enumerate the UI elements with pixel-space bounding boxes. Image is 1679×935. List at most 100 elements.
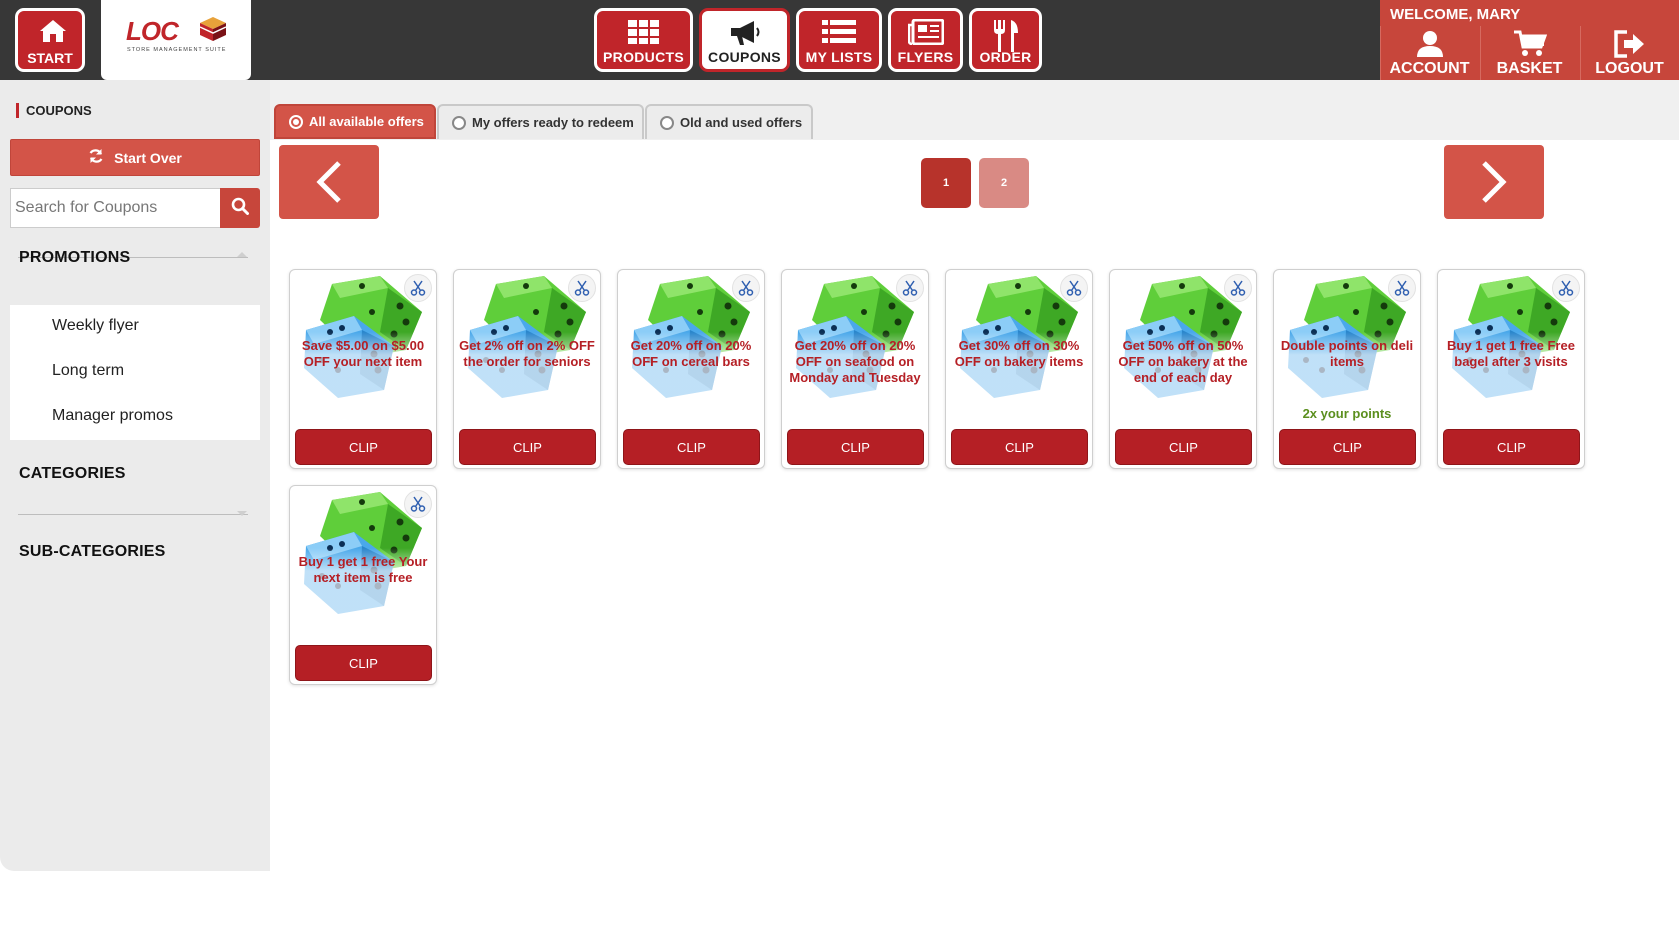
nav-my-lists-label: MY LISTS (805, 49, 873, 65)
tab-all-available-offers[interactable]: All available offers (274, 104, 436, 139)
logout-icon (1581, 30, 1678, 58)
coupon-card[interactable]: Get 30% off on 30% OFF on bakery items CL… (945, 269, 1093, 469)
coupon-subtitle: 2x your points (1302, 406, 1392, 421)
start-over-button[interactable]: Start Over (10, 139, 260, 176)
chevron-left-icon (316, 161, 341, 203)
list-icon (799, 19, 879, 45)
clip-button[interactable]: CLIP (623, 429, 760, 465)
scissors-icon[interactable] (568, 274, 596, 302)
promotions-items: Weekly flyer Long term Manager promos (10, 305, 260, 440)
scissors-icon[interactable] (404, 490, 432, 518)
clip-button[interactable]: CLIP (787, 429, 924, 465)
nav-products-label: PRODUCTS (603, 49, 684, 65)
nav-flyers-label: FLYERS (897, 49, 954, 65)
logo-cube-icon (199, 16, 227, 47)
subcategories-divider (18, 514, 248, 515)
logout-button[interactable]: LOGOUT (1580, 26, 1678, 80)
top-bar: START LOC STORE MANAGEMENT SUITE PRODUCT… (0, 0, 1679, 80)
cart-icon (1481, 30, 1578, 58)
tab-label: All available offers (309, 114, 424, 129)
grid-icon (597, 19, 690, 45)
search-input[interactable] (10, 188, 221, 228)
coupon-title: Save $5.00 on $5.00 OFF your next item (301, 338, 425, 369)
coupon-card[interactable]: Buy 1 get 1 free Free bagel after 3 visi… (1437, 269, 1585, 469)
search-button[interactable] (220, 188, 260, 228)
nav-order[interactable]: ORDER (969, 8, 1042, 72)
welcome-text: WELCOME, MARY (1390, 6, 1521, 23)
promotions-heading[interactable]: PROMOTIONS (19, 249, 130, 267)
coupon-card[interactable]: Get 50% off on 50% OFF on bakery at the … (1109, 269, 1257, 469)
page-button-1[interactable]: 1 (921, 158, 971, 208)
sidebar: COUPONS Start Over PROMOTIONS CATEGORIES… (0, 80, 270, 871)
utensils-icon (972, 19, 1039, 53)
expand-down-icon[interactable] (236, 510, 248, 517)
tab-label: My offers ready to redeem (472, 115, 634, 130)
coupon-title: Get 50% off on 50% OFF on bakery at the … (1118, 338, 1248, 385)
coupon-card[interactable]: Save $5.00 on $5.00 OFF your next item CL… (289, 269, 437, 469)
logo-text: LOC (126, 16, 179, 46)
promo-item-long-term[interactable]: Long term (52, 362, 124, 380)
coupon-card[interactable]: Get 20% off on 20% OFF on seafood on Mon… (781, 269, 929, 469)
nav-flyers[interactable]: FLYERS (888, 8, 963, 72)
tab-old-and-used-offers[interactable]: Old and used offers (645, 104, 813, 139)
clip-button[interactable]: CLIP (295, 645, 432, 681)
categories-heading[interactable]: CATEGORIES (19, 465, 126, 483)
user-icon (1381, 30, 1478, 58)
user-panel: WELCOME, MARY ACCOUNT BASKET LOGOUT (1380, 0, 1679, 80)
coupon-title: Buy 1 get 1 free Your next item is free (298, 554, 428, 585)
tab-label: Old and used offers (680, 115, 803, 130)
nav-coupons-label: COUPONS (708, 49, 781, 65)
promo-item-manager-promos[interactable]: Manager promos (52, 407, 173, 425)
scissors-icon[interactable] (732, 274, 760, 302)
megaphone-icon (702, 19, 787, 47)
basket-label: BASKET (1496, 60, 1563, 77)
clip-button[interactable]: CLIP (295, 429, 432, 465)
page-button-2[interactable]: 2 (979, 158, 1029, 208)
nav-products[interactable]: PRODUCTS (594, 8, 693, 72)
coupon-title: Get 20% off on 20% OFF on cereal bars (630, 338, 752, 369)
scissors-icon[interactable] (1388, 274, 1416, 302)
coupon-card[interactable]: Buy 1 get 1 free Your next item is free C… (289, 485, 437, 685)
subcategories-heading[interactable]: SUB-CATEGORIES (19, 543, 166, 561)
coupon-title: Get 20% off on 20% OFF on seafood on Mon… (789, 338, 921, 385)
logout-label: LOGOUT (1595, 60, 1664, 77)
nav-coupons[interactable]: COUPONS (699, 8, 790, 72)
nav-order-label: ORDER (979, 49, 1032, 65)
search-icon (231, 197, 249, 220)
logo[interactable]: LOC STORE MANAGEMENT SUITE (101, 0, 251, 80)
clip-button[interactable]: CLIP (1443, 429, 1580, 465)
promo-item-weekly-flyer[interactable]: Weekly flyer (52, 317, 139, 335)
radio-icon (660, 115, 674, 130)
coupon-title: Double points on deli items (1280, 338, 1414, 369)
radio-selected-icon (289, 114, 303, 129)
home-icon (39, 19, 67, 48)
clip-button[interactable]: CLIP (1279, 429, 1416, 465)
newspaper-icon (891, 19, 960, 45)
start-button[interactable]: START (15, 8, 85, 72)
tab-offers-ready-to-redeem[interactable]: My offers ready to redeem (437, 104, 644, 139)
coupon-card[interactable]: Double points on deli items 2x your point… (1273, 269, 1421, 469)
scissors-icon[interactable] (1060, 274, 1088, 302)
clip-button[interactable]: CLIP (459, 429, 596, 465)
account-label: ACCOUNT (1389, 60, 1470, 77)
scissors-icon[interactable] (1224, 274, 1252, 302)
clip-button[interactable]: CLIP (951, 429, 1088, 465)
coupon-title: Get 2% off on 2% OFF the order for senio… (459, 338, 595, 369)
collapse-up-icon[interactable] (236, 251, 248, 258)
chevron-right-icon (1482, 161, 1507, 203)
coupon-card[interactable]: Get 20% off on 20% OFF on cereal bars CLI… (617, 269, 765, 469)
next-page-button[interactable] (1444, 145, 1544, 219)
radio-icon (452, 115, 466, 130)
clip-button[interactable]: CLIP (1115, 429, 1252, 465)
basket-button[interactable]: BASKET (1480, 26, 1578, 80)
coupon-title: Buy 1 get 1 free Free bagel after 3 visi… (1447, 338, 1575, 369)
prev-page-button[interactable] (279, 145, 379, 219)
nav-my-lists[interactable]: MY LISTS (796, 8, 882, 72)
scissors-icon[interactable] (1552, 274, 1580, 302)
start-label: START (27, 50, 73, 66)
coupon-card[interactable]: Get 2% off on 2% OFF the order for senio… (453, 269, 601, 469)
account-button[interactable]: ACCOUNT (1380, 26, 1478, 80)
refresh-icon (88, 148, 104, 167)
scissors-icon[interactable] (896, 274, 924, 302)
scissors-icon[interactable] (404, 274, 432, 302)
